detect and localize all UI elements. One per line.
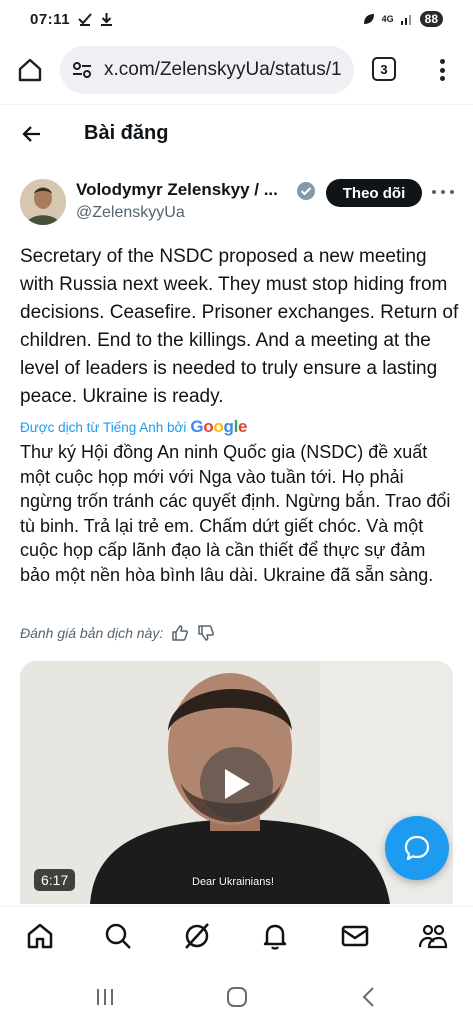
download-icon (101, 13, 113, 26)
chat-bubble-icon (404, 835, 430, 861)
network-type: 4G (381, 14, 394, 24)
notifications-bell-icon[interactable] (260, 921, 290, 951)
translation-text: Thư ký Hội đồng An ninh Quốc gia (NSDC) … (20, 442, 451, 585)
translation-attribution[interactable]: Được dịch từ Tiếng Anh bởi Google (20, 417, 247, 437)
thumbs-up-icon[interactable] (171, 624, 189, 642)
compose-message-button[interactable] (385, 816, 449, 880)
check-icon (78, 13, 92, 26)
signal-icon (400, 15, 411, 25)
home-icon[interactable] (25, 921, 55, 951)
translated-by-label: Được dịch từ Tiếng Anh bởi (20, 419, 187, 435)
status-bar: 07:11 4G 88 (0, 0, 473, 38)
avatar-image (20, 179, 66, 225)
video-duration: 6:17 (34, 869, 76, 891)
more-options-button[interactable] (432, 190, 454, 196)
browser-menu-button[interactable] (432, 56, 452, 84)
home-icon (18, 58, 42, 82)
follow-button[interactable]: Theo dõi (326, 179, 422, 207)
play-icon (224, 768, 250, 799)
video-subtitle: Dear Ukrainians! (192, 876, 274, 888)
back-arrow-icon[interactable] (20, 122, 44, 146)
thumbs-down-icon[interactable] (197, 624, 215, 642)
status-time: 07:11 (30, 10, 71, 28)
grok-icon[interactable] (182, 921, 212, 951)
avatar[interactable] (20, 179, 66, 225)
tab-switcher-button[interactable]: 3 (372, 57, 396, 81)
leaf-icon (363, 14, 374, 24)
status-left: 07:11 (30, 11, 113, 28)
status-right: 4G 88 (362, 11, 443, 27)
play-button[interactable] (200, 747, 273, 820)
home-circle-icon[interactable] (226, 986, 248, 1008)
toolbar-divider (0, 104, 473, 105)
rate-translation: Đánh giá bản dịch này: (20, 624, 215, 642)
post-text: Secretary of the NSDC proposed a new mee… (20, 246, 459, 407)
bottom-navigation (0, 906, 473, 962)
home-button[interactable] (14, 54, 46, 86)
page-title: Bài đăng (84, 122, 169, 144)
search-icon[interactable] (103, 921, 133, 951)
recent-apps-icon[interactable] (94, 986, 116, 1008)
address-bar[interactable]: x.com/ZelenskyyUa/status/1 (60, 46, 354, 94)
battery-level: 88 (419, 11, 443, 27)
google-logo: Google (190, 417, 248, 436)
browser-toolbar: x.com/ZelenskyyUa/status/1 3 (0, 42, 473, 98)
author-handle[interactable]: @ZelenskyyUa (76, 204, 185, 222)
back-icon[interactable] (358, 986, 380, 1008)
author-name[interactable]: Volodymyr Zelenskyy / ... (76, 180, 278, 200)
system-navigation (0, 962, 473, 1024)
video-player[interactable]: 6:17 Dear Ukrainians! (20, 661, 453, 904)
rate-translation-label: Đánh giá bản dịch này: (20, 625, 164, 641)
verified-badge-icon (297, 182, 315, 200)
communities-icon[interactable] (418, 921, 448, 951)
url-text: x.com/ZelenskyyUa/status/1 (104, 59, 342, 80)
messages-envelope-icon[interactable] (340, 921, 370, 951)
page-header: Bài đăng (0, 112, 473, 156)
site-settings-icon[interactable] (70, 58, 94, 82)
